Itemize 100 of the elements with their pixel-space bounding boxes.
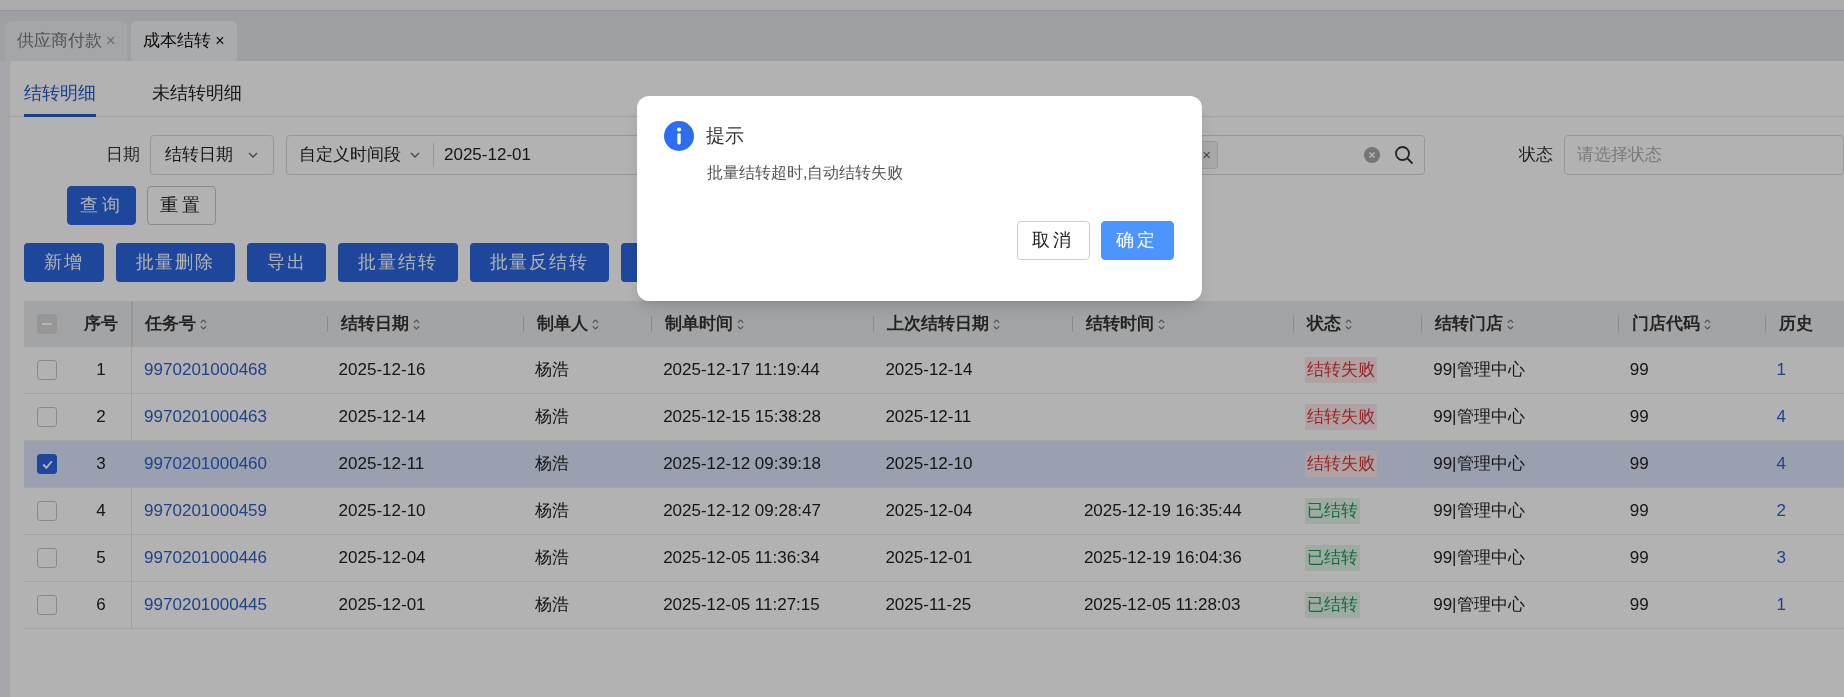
tab-label: 成本结转 <box>143 30 212 53</box>
task-link[interactable]: 9970201000460 <box>144 451 268 477</box>
checkbox[interactable] <box>37 360 58 380</box>
history-link[interactable]: 1 <box>1776 592 1787 618</box>
tab-label: 供应商付款 <box>17 30 102 53</box>
table-cell-text: 99|管理中心 <box>1433 406 1525 429</box>
history-link[interactable]: 4 <box>1776 404 1787 430</box>
table-cell-text: 2025-12-19 16:04:36 <box>1083 547 1242 570</box>
table-cell-text: 2025-12-15 15:38:28 <box>663 406 821 429</box>
close-icon[interactable]: × <box>215 29 225 53</box>
table-cell-text: 99|管理中心 <box>1433 359 1525 382</box>
table-cell-text: 3 <box>96 453 106 476</box>
table-cell-text: 4 <box>96 500 106 523</box>
sort-icon <box>411 316 421 332</box>
sort-icon <box>1156 316 1166 332</box>
field-label: 日期 <box>106 144 140 167</box>
sort-icon <box>992 316 1002 332</box>
button[interactable]: 重置 <box>147 186 217 225</box>
toolbar-button[interactable]: 导出 <box>246 243 327 282</box>
sort-icon <box>591 316 601 332</box>
dialog-title: 提示 <box>706 123 744 148</box>
table-cell-text: 2025-12-19 16:35:44 <box>1083 500 1242 523</box>
select-value: 结转日期 <box>165 144 233 167</box>
column-header[interactable]: 状态 <box>1307 311 1354 337</box>
table-row[interactable]: 1 9970201000468 2025-12-16 杨浩 2025-12-17 11:19:44 2025-12-14 结转失败 99|管理中心 99 1 <box>24 347 1844 394</box>
history-link[interactable]: 3 <box>1776 545 1787 571</box>
status-tag: 已结转 <box>1305 498 1361 524</box>
task-link[interactable]: 9970201000445 <box>144 592 268 618</box>
status-tag: 结转失败 <box>1305 404 1378 430</box>
task-link[interactable]: 9970201000446 <box>144 545 268 571</box>
column-header[interactable]: 门店代码 <box>1631 311 1712 337</box>
table-cell-text: 99|管理中心 <box>1433 453 1525 476</box>
checkbox[interactable] <box>37 595 58 615</box>
table-cell-text: 2025-12-12 09:39:18 <box>663 453 821 476</box>
table-cell-text: 2025-12-11 <box>885 406 972 429</box>
status-tag: 结转失败 <box>1305 357 1378 383</box>
dialog-message: 批量结转超时,自动结转失败 <box>707 163 904 183</box>
history-link[interactable]: 1 <box>1776 357 1787 383</box>
sort-icon <box>1344 316 1354 332</box>
tab[interactable]: 成本结转 × <box>131 21 237 61</box>
table-cell-text: 2025-12-04 <box>338 547 426 570</box>
table-cell-text: 2025-12-14 <box>338 406 426 429</box>
table-row[interactable]: 3 9970201000460 2025-12-11 杨浩 2025-12-12 09:39:18 2025-12-10 结转失败 99|管理中心 99 4 <box>24 441 1844 488</box>
column-header[interactable]: 任务号 <box>145 311 209 337</box>
table-cell-text: 杨浩 <box>535 406 570 429</box>
status-tag: 结转失败 <box>1305 451 1378 477</box>
select-field[interactable]: 自定义时间段 <box>287 143 434 167</box>
table-cell-text: 2025-12-10 <box>338 500 426 523</box>
column-header[interactable]: 序号 <box>83 311 118 337</box>
toolbar-button[interactable]: 批量删除 <box>115 243 235 282</box>
table-cell-text: 99 <box>1629 594 1649 617</box>
toolbar-button[interactable]: 批量反结转 <box>469 243 609 282</box>
column-header[interactable]: 结转时间 <box>1085 311 1166 337</box>
table-row[interactable]: 4 9970201000459 2025-12-10 杨浩 2025-12-12 09:28:47 2025-12-04 2025-12-19 16:35:44 已结转 99|管理中心 99 2 <box>24 488 1844 535</box>
checkbox[interactable] <box>37 548 58 568</box>
table-cell-text: 2025-11-25 <box>885 594 972 617</box>
toolbar-button[interactable]: 批量结转 <box>338 243 458 282</box>
table-cell-text: 1 <box>96 359 106 382</box>
button[interactable]: 取消 <box>1016 221 1090 260</box>
tab[interactable]: 未结转明细 <box>152 73 242 117</box>
column-header[interactable]: 制单人 <box>537 311 601 337</box>
column-header[interactable]: 制单时间 <box>665 311 746 337</box>
sort-icon <box>736 316 746 332</box>
button[interactable]: 查询 <box>67 186 137 225</box>
toolbar-button[interactable]: 新增 <box>24 243 104 282</box>
checkbox[interactable] <box>37 501 58 521</box>
table-row[interactable]: 2 9970201000463 2025-12-14 杨浩 2025-12-15 15:38:28 2025-12-11 结转失败 99|管理中心 99 4 <box>24 394 1844 441</box>
task-link[interactable]: 9970201000459 <box>144 498 268 524</box>
task-link[interactable]: 9970201000468 <box>144 357 268 383</box>
checkbox[interactable] <box>37 454 58 474</box>
table-cell-text: 99 <box>1629 359 1649 382</box>
table-cell-text: 2025-12-05 11:36:34 <box>663 547 820 570</box>
info-icon <box>664 121 694 151</box>
table-cell-text: 2025-12-12 09:28:47 <box>663 500 821 523</box>
table-cell-text: 杨浩 <box>535 500 570 523</box>
tab[interactable]: 供应商付款 × <box>5 21 128 61</box>
column-header[interactable]: 历史 <box>1778 311 1813 337</box>
table-cell-text: 2025-12-17 11:19:44 <box>663 359 820 382</box>
table-cell-text: 99 <box>1629 547 1649 570</box>
sort-icon <box>1702 316 1712 332</box>
task-link[interactable]: 9970201000463 <box>144 404 268 430</box>
column-header[interactable]: 结转日期 <box>340 311 421 337</box>
select-field[interactable]: 结转日期 <box>150 135 274 175</box>
checkbox[interactable] <box>37 407 58 427</box>
table-cell-text: 99|管理中心 <box>1433 500 1525 523</box>
table-cell-text: 2025-12-04 <box>885 500 973 523</box>
table-row[interactable]: 5 9970201000446 2025-12-04 杨浩 2025-12-05 11:36:34 2025-12-01 2025-12-19 16:04:36 已结转 99|管理中心 99 3 <box>24 535 1844 582</box>
column-header[interactable]: 结转门店 <box>1435 311 1516 337</box>
search-icon <box>1394 145 1414 165</box>
table-row[interactable]: 6 9970201000445 2025-12-01 杨浩 2025-12-05 11:27:15 2025-11-25 2025-12-05 11:28:03 已结转 99|管理中心 99 1 <box>24 582 1844 629</box>
table-cell-text: 99|管理中心 <box>1433 594 1525 617</box>
sort-icon <box>199 316 209 332</box>
select-value: 自定义时间段 <box>299 144 401 167</box>
column-header[interactable]: 上次结转日期 <box>887 311 1002 337</box>
table-cell-text: 2025-12-05 11:28:03 <box>1083 594 1241 617</box>
tab[interactable]: 结转明细 <box>24 73 96 117</box>
table-cell-text: 2 <box>96 406 106 429</box>
history-link[interactable]: 4 <box>1776 451 1787 477</box>
table-cell-text: 5 <box>96 547 106 570</box>
history-link[interactable]: 2 <box>1776 498 1787 524</box>
